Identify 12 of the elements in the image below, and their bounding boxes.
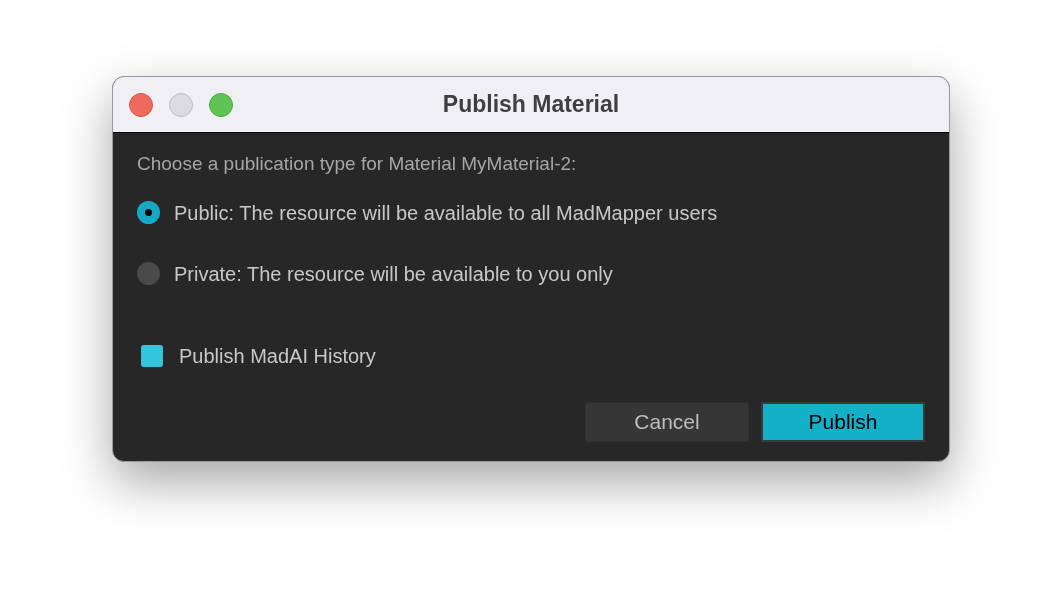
option-label: Public: The resource will be available to all MadMapper users: [174, 200, 718, 226]
checkbox-label: Publish MadAI History: [179, 343, 376, 369]
zoom-button[interactable]: [209, 92, 233, 117]
close-button[interactable]: [129, 92, 153, 117]
checkbox[interactable]: [141, 344, 163, 367]
publish-button[interactable]: Publish: [761, 401, 925, 442]
option-label: Private: The resource will be available to you only: [174, 261, 613, 287]
radio-button[interactable]: [137, 201, 160, 224]
cancel-button[interactable]: Cancel: [585, 401, 749, 442]
radio-button[interactable]: [137, 262, 160, 285]
prompt-text: Choose a publication type for Material MyMaterial-2:: [137, 152, 578, 176]
window-title: Publish Material: [442, 90, 620, 120]
